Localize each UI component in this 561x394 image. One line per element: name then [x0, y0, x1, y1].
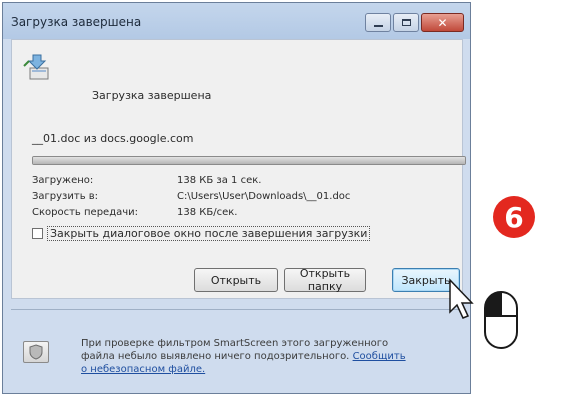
shield-icon — [29, 344, 43, 360]
minimize-icon — [373, 24, 383, 27]
title-bar[interactable]: Загрузка завершена ✕ — [3, 3, 470, 39]
window-title: Загрузка завершена — [11, 15, 142, 29]
close-icon: ✕ — [437, 15, 448, 30]
close-after-download-option[interactable]: Закрыть диалоговое окно после завершения… — [32, 226, 371, 241]
smartscreen-icon — [23, 341, 49, 363]
minimize-button[interactable] — [365, 13, 391, 32]
status-text: Загрузка завершена — [92, 89, 212, 102]
transfer-rate-value: 138 КБ/сек. — [177, 207, 238, 218]
smartscreen-text: При проверке фильтром SmartScreen этого … — [81, 338, 389, 362]
download-complete-window: Загрузка завершена ✕ Загрузка завершена … — [2, 2, 471, 394]
footer-divider — [11, 309, 463, 310]
dialog-body: Загрузка завершена __01.doc из docs.goog… — [11, 39, 466, 299]
step-number-badge: 6 — [493, 196, 535, 238]
downloaded-value: 138 КБ за 1 сек. — [177, 175, 262, 186]
maximize-icon — [401, 19, 411, 26]
mouse-pointer-icon — [449, 278, 474, 319]
computer-mouse-icon — [484, 291, 518, 349]
open-button[interactable]: Открыть — [194, 268, 278, 292]
window-controls: ✕ — [365, 13, 464, 32]
transfer-rate-label: Скорость передачи: — [32, 207, 139, 218]
close-after-download-checkbox[interactable] — [32, 228, 43, 239]
open-folder-button[interactable]: Открыть папку — [284, 267, 366, 293]
download-progress-bar — [32, 156, 466, 165]
close-after-download-label[interactable]: Закрыть диалоговое окно после завершения… — [47, 226, 371, 241]
downloaded-label: Загружено: — [32, 175, 94, 186]
download-to-value: C:\Users\User\Downloads\__01.doc — [177, 191, 351, 202]
maximize-button[interactable] — [393, 13, 419, 32]
file-name-source: __01.doc из docs.google.com — [32, 132, 194, 145]
smartscreen-message: При проверке фильтром SmartScreen этого … — [81, 337, 411, 376]
progress-fill — [33, 157, 465, 164]
download-to-label: Загрузить в: — [32, 191, 99, 202]
download-complete-icon — [23, 54, 49, 80]
close-window-button[interactable]: ✕ — [421, 13, 464, 32]
